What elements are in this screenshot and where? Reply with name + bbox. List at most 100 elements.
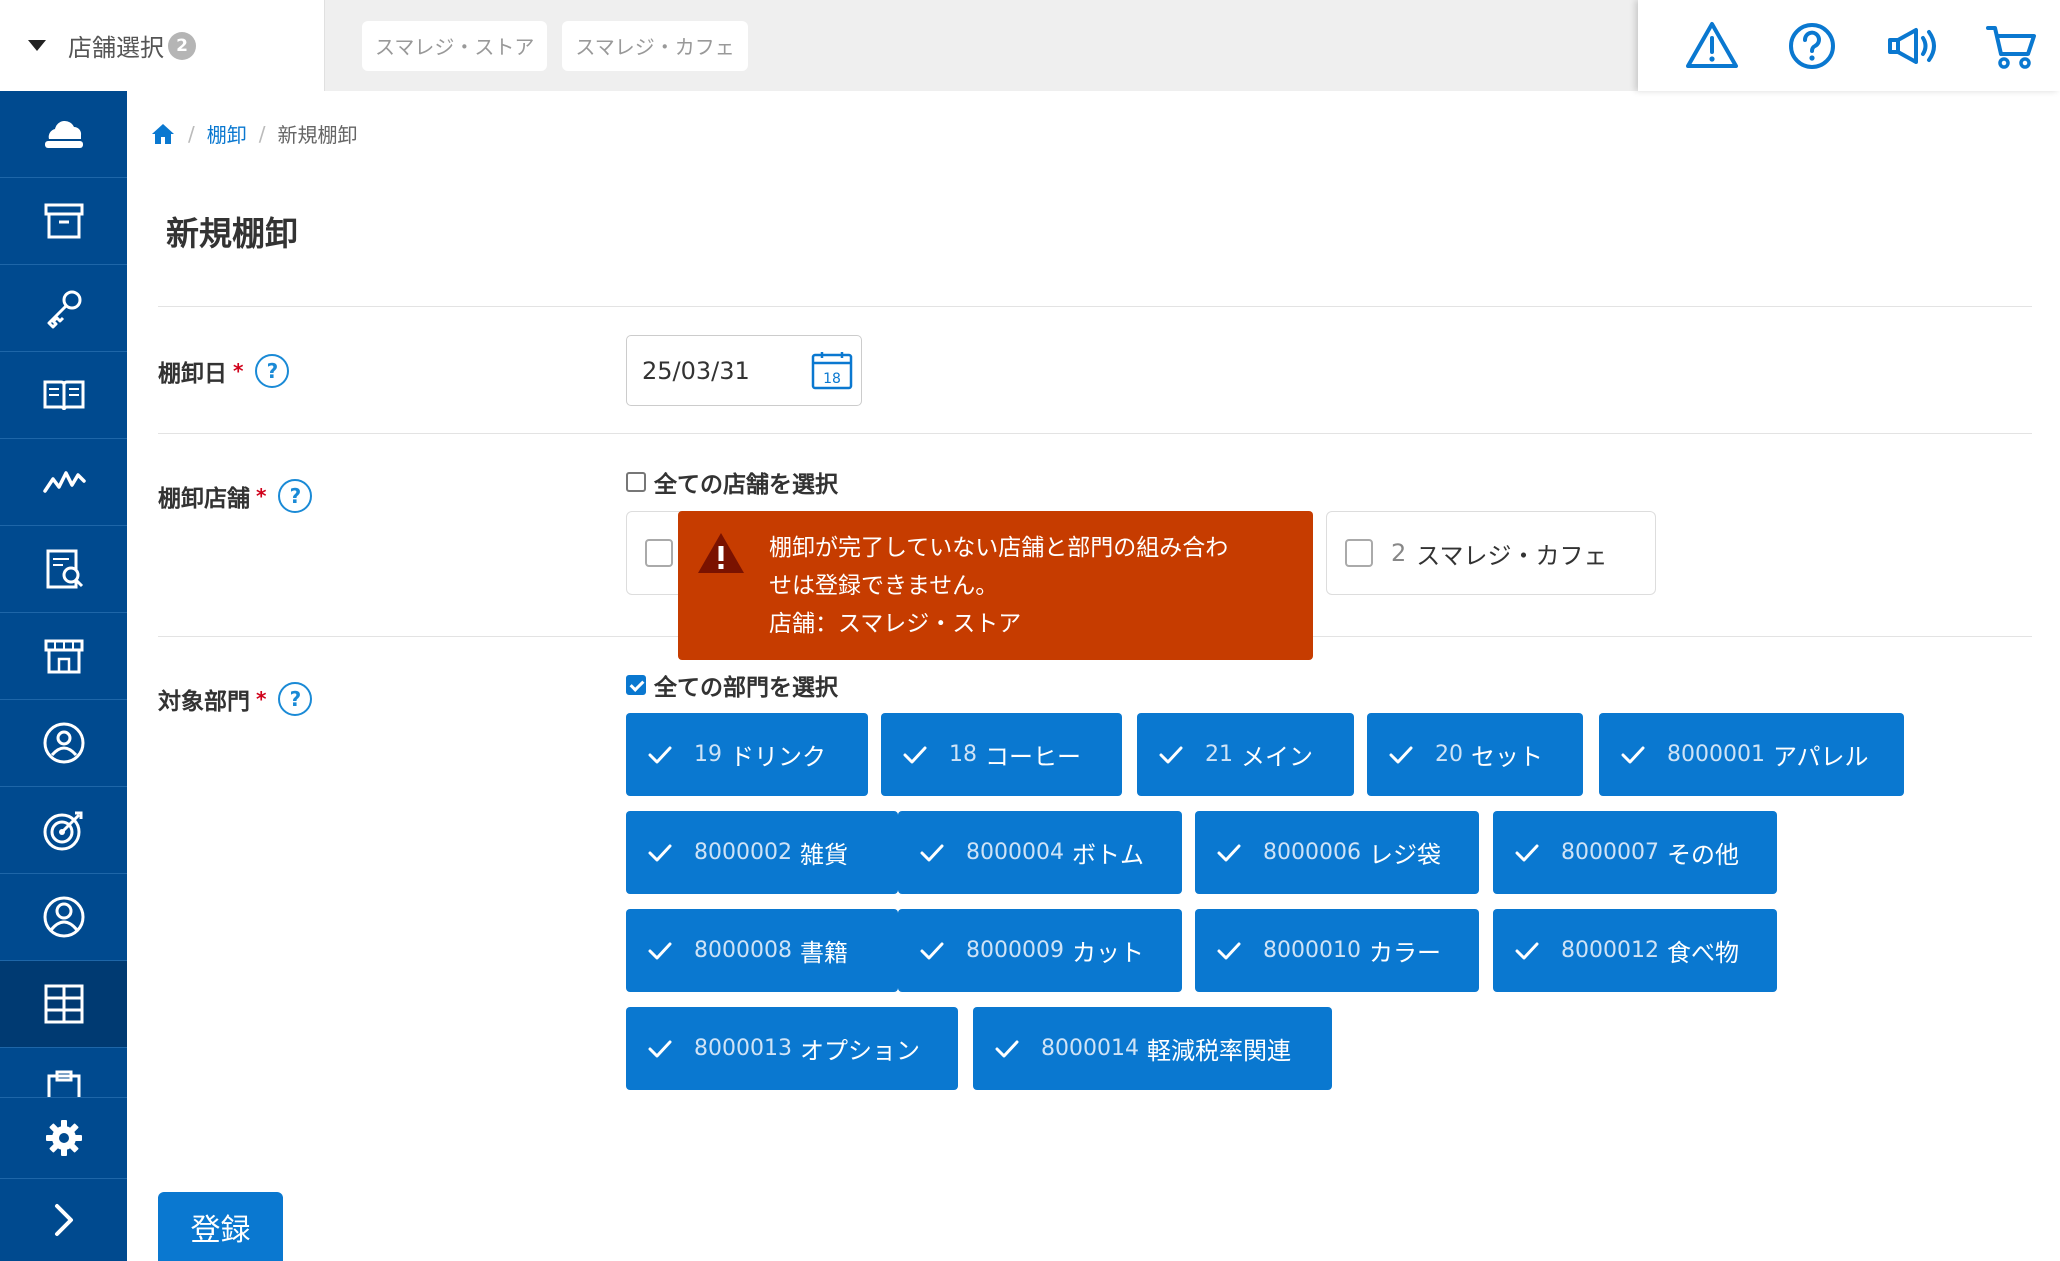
department-name: オプション bbox=[799, 1037, 920, 1065]
department-name: カット bbox=[1071, 939, 1144, 967]
selected-store-chip[interactable]: スマレジ・ストア bbox=[362, 20, 548, 71]
department-toggle[interactable]: 20 セット bbox=[1367, 713, 1583, 796]
cloud-icon bbox=[44, 120, 83, 148]
svg-text:18: 18 bbox=[823, 371, 841, 387]
department-toggle[interactable]: 8000007 その他 bbox=[1493, 811, 1777, 894]
department-code: 8000006 bbox=[1263, 840, 1361, 865]
cart-icon[interactable] bbox=[1984, 18, 2040, 74]
department-code: 8000014 bbox=[1041, 1036, 1139, 1061]
main-content: / 棚卸 / 新規棚卸 新規棚卸 棚卸日 * ? 25/03/31 18 棚卸店… bbox=[127, 91, 2060, 1261]
help-icon[interactable]: ? bbox=[278, 682, 313, 716]
store-checkbox[interactable] bbox=[1345, 539, 1373, 567]
warning-icon[interactable] bbox=[1684, 18, 1740, 74]
department-name: その他 bbox=[1666, 841, 1739, 869]
select-all-stores-checkbox[interactable] bbox=[626, 472, 646, 492]
department-toggle[interactable]: 8000002 雑貨 bbox=[626, 811, 898, 894]
help-icon[interactable] bbox=[1784, 18, 1840, 74]
sidebar-item-home[interactable] bbox=[0, 91, 127, 178]
check-icon bbox=[1159, 746, 1183, 763]
page-title: 新規棚卸 bbox=[166, 214, 298, 253]
department-name: コーヒー bbox=[985, 743, 1081, 771]
sidebar-item-products[interactable] bbox=[0, 178, 127, 265]
check-icon bbox=[648, 844, 672, 861]
help-icon[interactable]: ? bbox=[278, 479, 313, 513]
department-toggle[interactable]: 21 メイン bbox=[1137, 713, 1354, 796]
required-mark: * bbox=[256, 687, 267, 711]
check-icon bbox=[648, 746, 672, 763]
department-toggle[interactable]: 8000006 レジ袋 bbox=[1195, 811, 1479, 894]
key-icon bbox=[47, 290, 81, 329]
department-toggle[interactable]: 19 ドリンク bbox=[626, 713, 868, 796]
store-select-dropdown[interactable]: 店舗選択 2 bbox=[0, 0, 325, 91]
department-toggle[interactable]: 8000013 オプション bbox=[626, 1007, 958, 1090]
target-icon bbox=[43, 811, 82, 851]
select-all-departments-checkbox[interactable] bbox=[626, 675, 646, 695]
caret-down-icon bbox=[28, 40, 46, 51]
check-icon bbox=[903, 746, 927, 763]
department-code: 21 bbox=[1205, 742, 1233, 767]
grid-icon bbox=[44, 984, 83, 1024]
department-name: メイン bbox=[1241, 743, 1313, 771]
sidebar-expand-button[interactable] bbox=[0, 1179, 127, 1261]
department-code: 8000010 bbox=[1263, 938, 1361, 963]
sidebar-item-orders[interactable] bbox=[0, 1048, 127, 1098]
department-code: 18 bbox=[949, 742, 977, 767]
department-code: 8000002 bbox=[694, 840, 792, 865]
department-toggle[interactable]: 8000012 食べ物 bbox=[1493, 909, 1777, 992]
store-checkbox[interactable] bbox=[645, 539, 673, 567]
submit-button[interactable]: 登録 bbox=[158, 1192, 283, 1261]
check-icon bbox=[1515, 844, 1539, 861]
sidebar-item-customers[interactable] bbox=[0, 874, 127, 961]
department-code: 8000007 bbox=[1561, 840, 1659, 865]
sidebar-item-staff[interactable] bbox=[0, 700, 127, 787]
calendar-icon[interactable]: 18 bbox=[811, 350, 853, 390]
home-icon[interactable] bbox=[150, 122, 176, 146]
sidebar-settings-button[interactable] bbox=[0, 1098, 127, 1179]
department-toggle[interactable]: 18 コーヒー bbox=[881, 713, 1122, 796]
department-name: ボトム bbox=[1071, 841, 1144, 869]
selected-store-chip[interactable]: スマレジ・カフェ bbox=[562, 20, 748, 71]
divider bbox=[158, 306, 2032, 307]
check-icon bbox=[1515, 942, 1539, 959]
department-toggle[interactable]: 8000010 カラー bbox=[1195, 909, 1479, 992]
megaphone-icon[interactable] bbox=[1884, 18, 1940, 74]
departments-field-label: 対象部門 * ? bbox=[158, 682, 313, 716]
sidebar-item-analytics[interactable] bbox=[0, 439, 127, 526]
top-header: 店舗選択 2 スマレジ・ストア スマレジ・カフェ bbox=[0, 0, 2060, 91]
department-name: 書籍 bbox=[799, 939, 848, 967]
store-option[interactable]: 2 スマレジ・カフェ bbox=[1326, 511, 1656, 595]
breadcrumb-link[interactable]: 棚卸 bbox=[207, 119, 247, 148]
required-mark: * bbox=[233, 359, 244, 383]
department-toggle[interactable]: 8000004 ボトム bbox=[898, 811, 1182, 894]
sidebar-item-inventory[interactable] bbox=[0, 961, 127, 1048]
sidebar-item-targets[interactable] bbox=[0, 787, 127, 874]
select-all-stores[interactable]: 全ての店舗を選択 bbox=[626, 465, 838, 499]
sidebar-item-stores[interactable] bbox=[0, 613, 127, 700]
divider bbox=[158, 433, 2032, 434]
chevron-right-icon bbox=[54, 1204, 73, 1236]
sidebar-item-ledger[interactable] bbox=[0, 352, 127, 439]
department-toggle[interactable]: 8000009 カット bbox=[898, 909, 1182, 992]
error-tooltip: 棚卸が完了していない店舗と部門の組み合わ せは登録できません。 店舗：スマレジ・… bbox=[678, 511, 1313, 660]
department-toggle[interactable]: 8000001 アパレル bbox=[1599, 713, 1904, 796]
store-icon bbox=[44, 639, 83, 674]
user-circle-icon bbox=[43, 722, 84, 764]
department-code: 8000013 bbox=[694, 1036, 792, 1061]
tooltip-line: 店舗：スマレジ・ストア bbox=[769, 611, 1022, 637]
date-input[interactable]: 25/03/31 18 bbox=[626, 335, 862, 406]
select-all-departments[interactable]: 全ての部門を選択 bbox=[626, 668, 838, 702]
breadcrumb: / 棚卸 / 新規棚卸 bbox=[150, 119, 358, 148]
sidebar-item-reports[interactable] bbox=[0, 526, 127, 613]
department-toggle[interactable]: 8000008 書籍 bbox=[626, 909, 898, 992]
department-toggle[interactable]: 8000014 軽減税率関連 bbox=[973, 1007, 1332, 1090]
department-code: 8000012 bbox=[1561, 938, 1659, 963]
date-field-label: 棚卸日 * ? bbox=[158, 354, 290, 388]
chart-icon bbox=[42, 471, 86, 493]
department-code: 8000009 bbox=[966, 938, 1064, 963]
sidebar-item-settings-key[interactable] bbox=[0, 265, 127, 352]
department-code: 8000008 bbox=[694, 938, 792, 963]
help-icon[interactable]: ? bbox=[255, 354, 290, 388]
gear-icon bbox=[45, 1120, 82, 1156]
check-icon bbox=[648, 1040, 672, 1057]
book-icon bbox=[43, 380, 84, 411]
